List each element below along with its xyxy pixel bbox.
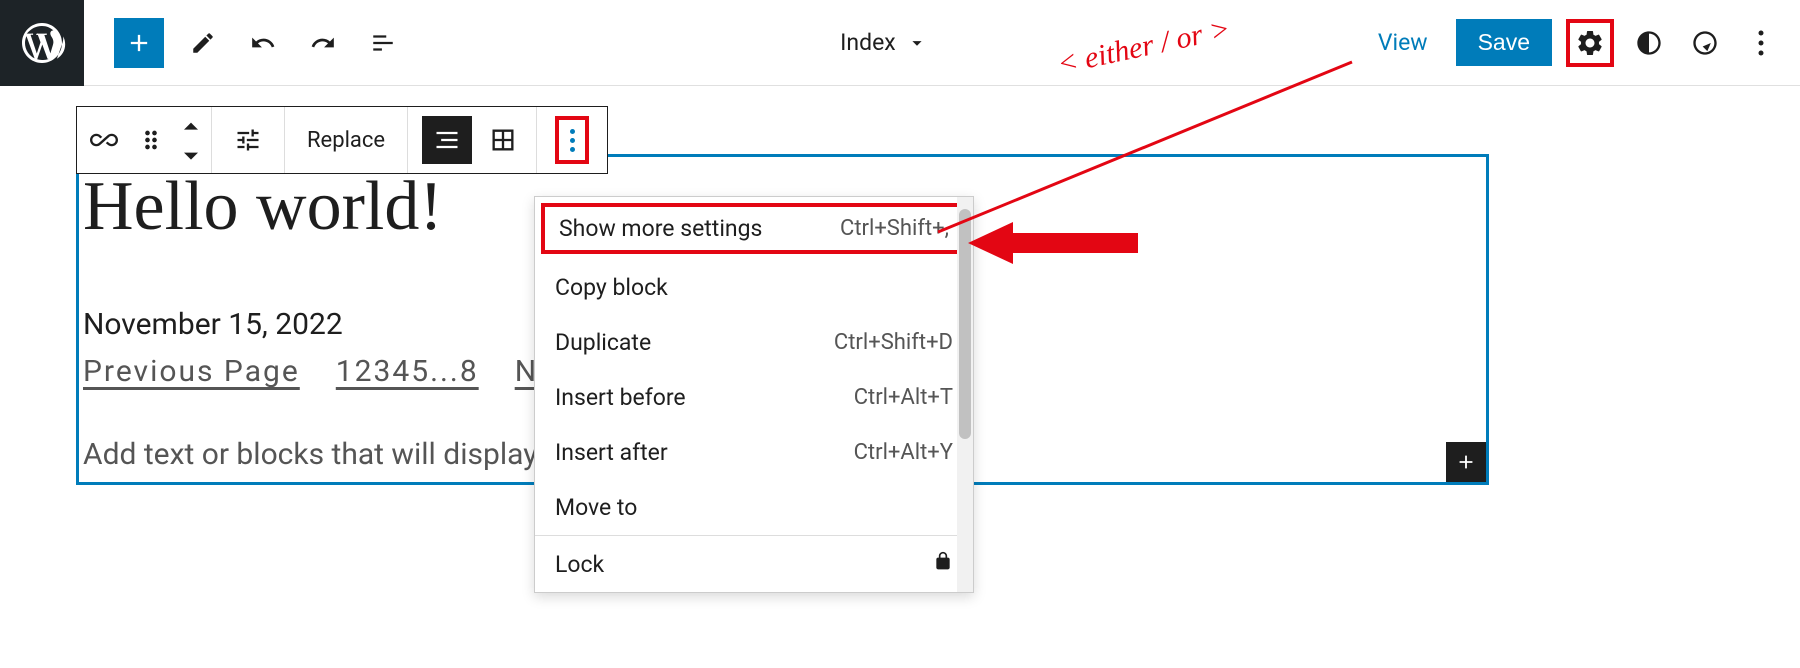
menu-item-insert-after[interactable]: Insert after Ctrl+Alt+Y: [535, 425, 973, 480]
menu-item-copy-block[interactable]: Copy block: [535, 260, 973, 315]
menu-item-move-to[interactable]: Move to: [535, 480, 973, 535]
plus-icon: [1455, 451, 1477, 473]
replace-button[interactable]: Replace: [285, 107, 407, 173]
menu-item-insert-before[interactable]: Insert before Ctrl+Alt+T: [535, 370, 973, 425]
contrast-icon: [1635, 29, 1663, 57]
wordpress-icon: [18, 19, 66, 67]
more-vertical-icon: [1758, 30, 1764, 56]
list-icon: [370, 30, 396, 56]
pencil-icon: [190, 30, 216, 56]
chevron-down-icon: [177, 141, 205, 169]
prev-page-link[interactable]: Previous Page: [83, 354, 300, 389]
redo-icon: [310, 30, 336, 56]
view-link[interactable]: View: [1364, 19, 1442, 66]
menu-item-lock[interactable]: Lock: [535, 536, 973, 592]
loop-icon: [90, 126, 118, 154]
chevron-up-icon: [177, 111, 205, 139]
block-type-button[interactable]: [77, 107, 131, 173]
undo-button[interactable]: [242, 22, 284, 64]
drag-icon: [137, 126, 165, 154]
more-vertical-icon: [570, 129, 575, 152]
menu-item-show-more-settings[interactable]: Show more settings Ctrl+Shift+,: [541, 203, 967, 254]
wordpress-logo[interactable]: [0, 0, 84, 86]
plus-icon: [125, 29, 153, 57]
details-button[interactable]: [1684, 22, 1726, 64]
block-more-button[interactable]: [537, 107, 607, 173]
template-label: Index: [840, 29, 896, 56]
move-arrows[interactable]: [171, 107, 211, 173]
page-numbers[interactable]: 12345...8: [336, 354, 479, 389]
redo-button[interactable]: [302, 22, 344, 64]
styles-button[interactable]: [1628, 22, 1670, 64]
settings-sliders-button[interactable]: [212, 107, 284, 173]
toolbar-left: [84, 18, 404, 68]
align-icon: [433, 126, 461, 154]
grid-button[interactable]: [478, 107, 528, 173]
sliders-icon: [234, 126, 262, 154]
settings-button[interactable]: [1566, 19, 1614, 67]
align-button[interactable]: [422, 116, 472, 164]
menu-item-duplicate[interactable]: Duplicate Ctrl+Shift+D: [535, 315, 973, 370]
add-block-button[interactable]: [114, 18, 164, 68]
toolbar-right: View Save: [1364, 19, 1800, 67]
explore-icon: [1691, 29, 1719, 57]
add-block-inline[interactable]: [1446, 442, 1486, 482]
block-options-menu: Show more settings Ctrl+Shift+, Copy blo…: [534, 196, 974, 593]
save-button[interactable]: Save: [1456, 19, 1552, 66]
undo-icon: [250, 30, 276, 56]
drag-handle[interactable]: [131, 107, 171, 173]
list-view-button[interactable]: [362, 22, 404, 64]
block-toolbar: Replace: [76, 106, 608, 174]
annotation-arrow: [968, 218, 1138, 268]
lock-icon: [933, 550, 953, 578]
gear-icon: [1575, 28, 1605, 58]
top-bar: Index View Save: [0, 0, 1800, 86]
chevron-down-icon: [906, 32, 928, 54]
grid-icon: [489, 126, 517, 154]
more-menu-button[interactable]: [1740, 22, 1782, 64]
edit-button[interactable]: [182, 22, 224, 64]
